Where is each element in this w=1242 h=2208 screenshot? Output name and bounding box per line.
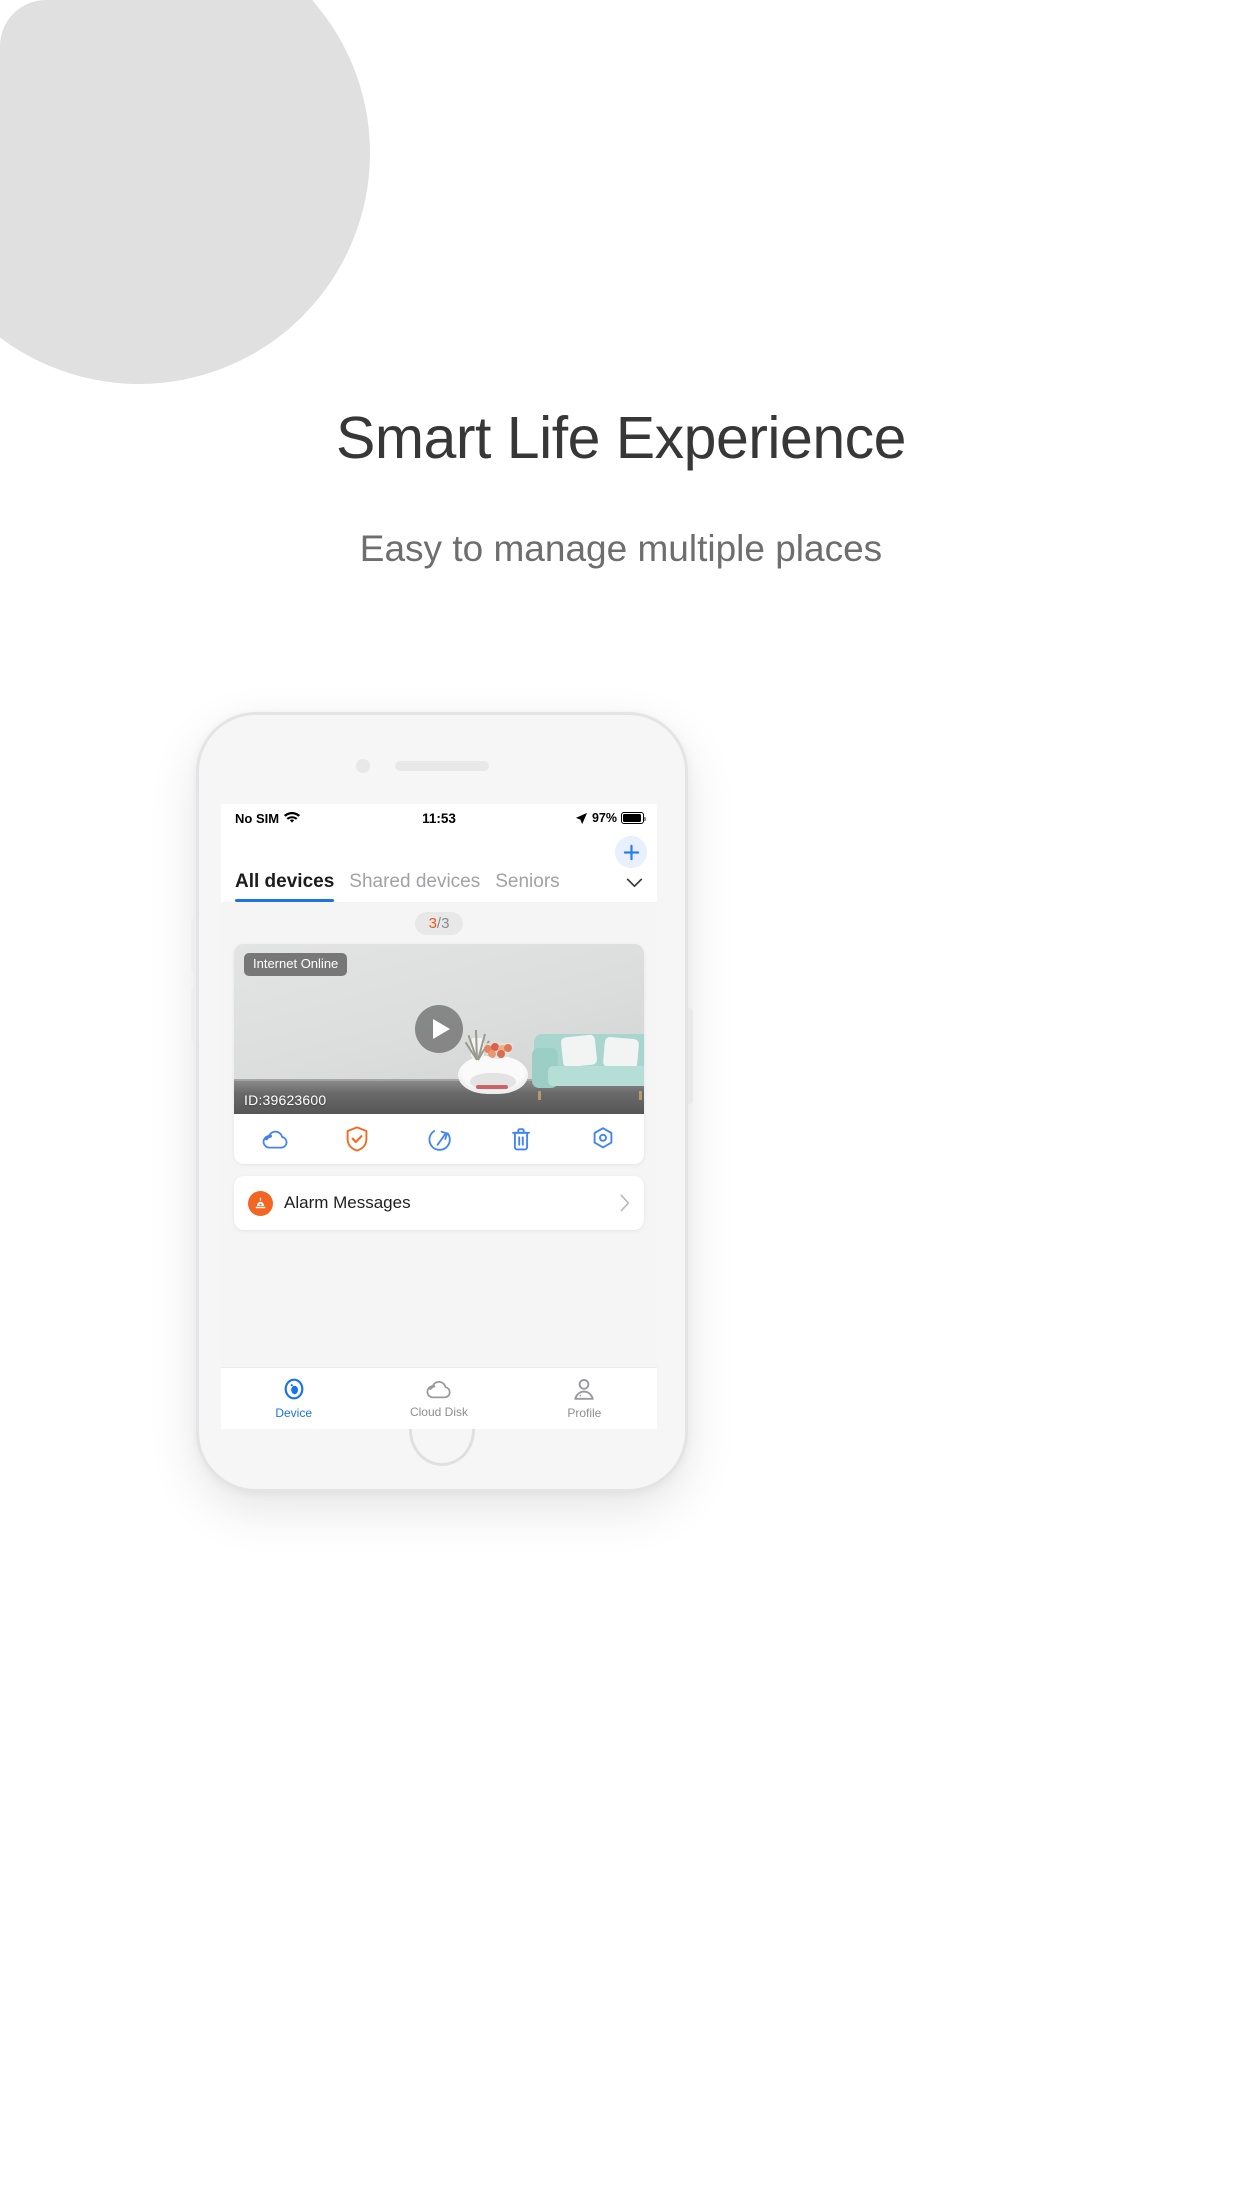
security-shield-icon[interactable]	[316, 1126, 398, 1152]
fruit	[504, 1044, 512, 1053]
carrier-label: No SIM	[235, 810, 280, 826]
front-camera-icon	[356, 759, 370, 773]
page-title: Smart Life Experience	[336, 405, 906, 471]
wifi-icon	[284, 812, 301, 823]
settings-icon[interactable]	[562, 1126, 644, 1152]
share-arrow-icon	[428, 1129, 451, 1151]
alarm-messages-row[interactable]: Alarm Messages	[234, 1176, 644, 1231]
tab-shared-devices[interactable]: Shared devices	[349, 871, 480, 902]
location-arrow-icon	[575, 812, 588, 824]
tab-label: Seniors	[495, 871, 560, 892]
status-bar-right: 97%	[575, 811, 647, 825]
cloud-icon	[262, 1130, 287, 1149]
tab-seniors[interactable]: Seniors	[495, 871, 559, 902]
device-list: 3/3 Internet Online ID:39623600 Alarm Me…	[221, 902, 657, 1231]
battery-percent-label: 97%	[591, 811, 617, 825]
nav-item-profile[interactable]: Profile	[512, 1368, 657, 1429]
earpiece-speaker	[395, 761, 489, 771]
vase	[464, 1030, 490, 1061]
page-subtitle: Easy to manage multiple places	[359, 528, 883, 569]
nav-label: Device	[275, 1406, 312, 1420]
nav-label: Profile	[567, 1405, 602, 1420]
book	[476, 1085, 508, 1090]
battery-full-icon	[621, 812, 647, 824]
pillow	[560, 1034, 598, 1068]
chevron-right-icon	[620, 1194, 630, 1212]
volume-up-button[interactable]	[191, 918, 196, 972]
device-tabs: All devices Shared devices Seniors	[221, 832, 657, 902]
volume-down-button[interactable]	[191, 988, 196, 1042]
app-header: All devices Shared devices Seniors	[221, 832, 657, 902]
bottom-navigation: Device Cloud Disk Profile	[221, 1367, 657, 1429]
play-icon	[432, 1019, 450, 1040]
status-bar-left: No SIM	[235, 810, 301, 826]
pillow	[602, 1036, 640, 1070]
alarm-messages-label: Alarm Messages	[284, 1193, 411, 1213]
power-button[interactable]	[688, 1008, 693, 1104]
person-icon	[574, 1378, 595, 1400]
hexagon-gear-icon	[593, 1127, 613, 1149]
phone-mockup: No SIM 11:53 97% All devices Shared devi…	[191, 712, 693, 1492]
fruit	[497, 1050, 505, 1059]
alarm-bell-icon	[248, 1190, 273, 1216]
camera-preview[interactable]: Internet Online ID:39623600	[234, 944, 644, 1115]
trash-icon	[512, 1128, 530, 1151]
tab-scroll-fade	[585, 858, 611, 902]
nav-item-cloud-disk[interactable]: Cloud Disk	[366, 1368, 511, 1429]
device-counter: 3/3	[414, 912, 464, 936]
cloud-storage-icon[interactable]	[234, 1129, 316, 1150]
device-actions	[234, 1114, 644, 1164]
device-id-label: ID:39623600	[244, 1092, 327, 1109]
decorative-circle	[0, 0, 370, 384]
status-badge: Internet Online	[244, 953, 348, 976]
delete-icon[interactable]	[480, 1127, 562, 1152]
device-card: Internet Online ID:39623600	[234, 944, 644, 1165]
device-counter-total: 3	[441, 915, 450, 932]
sofa	[532, 1030, 644, 1101]
play-button[interactable]	[415, 1005, 463, 1054]
device-counter-wrap: 3/3	[221, 902, 657, 944]
expand-tabs-button[interactable]	[621, 870, 647, 896]
sofa-leg	[538, 1091, 541, 1101]
status-bar: No SIM 11:53 97%	[221, 804, 657, 832]
nav-label: Cloud Disk	[409, 1404, 468, 1419]
app-screen: No SIM 11:53 97% All devices Shared devi…	[221, 804, 657, 1429]
camera-lens-icon	[284, 1378, 304, 1400]
siren-glyph	[255, 1197, 266, 1209]
chevron-down-icon	[626, 878, 642, 888]
sofa-leg	[639, 1091, 642, 1101]
device-counter-current: 3	[428, 915, 437, 932]
tab-label: Shared devices	[349, 871, 481, 892]
sofa-seat	[548, 1066, 644, 1087]
nav-item-device[interactable]: Device	[221, 1368, 366, 1429]
share-icon[interactable]	[398, 1127, 480, 1152]
cloud-icon	[426, 1380, 451, 1398]
tab-all-devices[interactable]: All devices	[235, 871, 335, 902]
fruit	[488, 1050, 496, 1059]
shield-check-icon	[346, 1126, 368, 1152]
tab-label: All devices	[235, 871, 335, 892]
promo-page: Smart Life Experience Easy to manage mul…	[0, 0, 1242, 2208]
